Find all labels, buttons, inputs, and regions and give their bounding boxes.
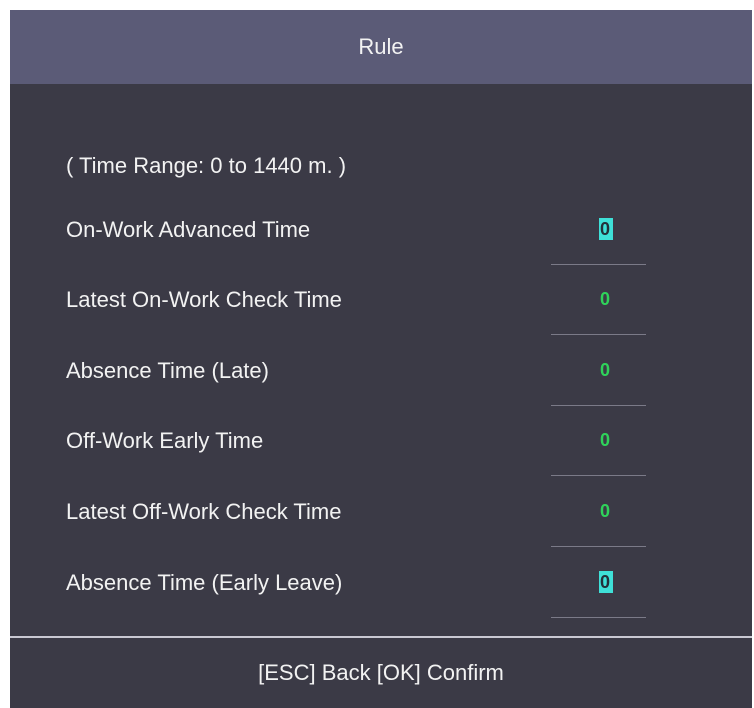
- footer-keys-text: [ESC] Back [OK] Confirm: [258, 660, 504, 685]
- footer-hint: [ESC] Back [OK] Confirm: [10, 638, 752, 708]
- setting-row-latest-on-work-check-time[interactable]: Latest On-Work Check Time 0: [66, 280, 666, 350]
- setting-value-input[interactable]: 0: [599, 571, 613, 593]
- time-range-hint: ( Time Range: 0 to 1440 m. ): [66, 153, 347, 178]
- setting-value-input[interactable]: 0: [599, 429, 613, 451]
- value-underline: [551, 475, 646, 476]
- setting-value-input[interactable]: 0: [599, 359, 613, 381]
- rule-screen: Rule ( Time Range: 0 to 1440 m. ) On-Wor…: [10, 10, 752, 708]
- setting-value-input[interactable]: 0: [599, 218, 613, 240]
- setting-label: Off-Work Early Time: [66, 428, 264, 453]
- setting-row-on-work-advanced-time[interactable]: On-Work Advanced Time 0: [66, 210, 666, 280]
- setting-label: Absence Time (Early Leave): [66, 570, 343, 595]
- setting-row-absence-time-late[interactable]: Absence Time (Late) 0: [66, 351, 666, 421]
- setting-value-input[interactable]: 0: [599, 288, 613, 310]
- setting-label: Absence Time (Late): [66, 358, 269, 383]
- setting-row-off-work-early-time[interactable]: Off-Work Early Time 0: [66, 421, 666, 491]
- setting-row-latest-off-work-check-time[interactable]: Latest Off-Work Check Time 0: [66, 492, 666, 562]
- setting-value-input[interactable]: 0: [599, 500, 613, 522]
- value-underline: [551, 334, 646, 335]
- title-bar: Rule: [10, 10, 752, 84]
- setting-label: Latest Off-Work Check Time: [66, 499, 342, 524]
- value-underline: [551, 546, 646, 547]
- value-underline: [551, 264, 646, 265]
- setting-label: On-Work Advanced Time: [66, 217, 311, 242]
- screen-title: Rule: [358, 34, 404, 59]
- setting-label: Latest On-Work Check Time: [66, 287, 342, 312]
- value-underline: [551, 405, 646, 406]
- value-underline: [551, 617, 646, 618]
- setting-row-absence-time-early-leave[interactable]: Absence Time (Early Leave) 0: [66, 563, 666, 633]
